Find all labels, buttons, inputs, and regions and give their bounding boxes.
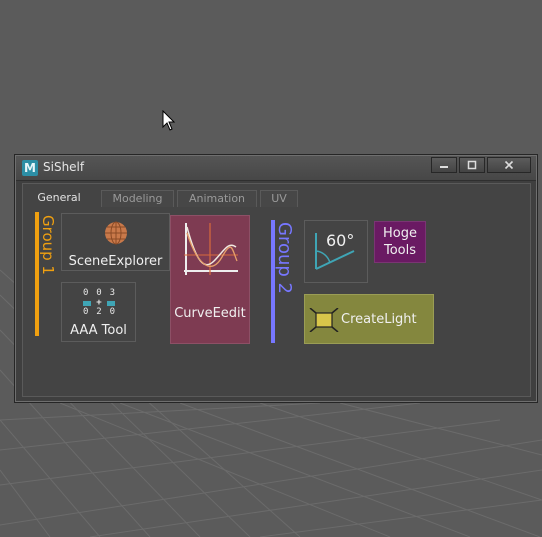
aaa-tool-button[interactable]: 0 0 3 + 0 2 0 AAA Tool — [61, 282, 136, 342]
number-grid-icon: 0 0 3 + 0 2 0 — [83, 289, 115, 317]
tab-general[interactable]: General — [29, 187, 89, 207]
grid-digit: 3 — [109, 288, 115, 298]
group-1-label: Group 1 — [39, 215, 57, 275]
close-button[interactable] — [487, 157, 531, 173]
angle-60-text: 60° — [326, 231, 354, 250]
title-bar[interactable]: M SiShelf — [16, 156, 536, 181]
hoge-tools-label-line2: Tools — [383, 243, 417, 258]
grid-digit: 0 — [83, 288, 89, 298]
create-light-button[interactable]: CreateLight — [304, 294, 434, 344]
curve-graph-icon — [184, 223, 238, 275]
create-light-label: CreateLight — [341, 312, 417, 327]
close-icon — [504, 160, 514, 170]
grid-digit: 0 — [96, 288, 102, 298]
grid-digit: 2 — [96, 307, 102, 317]
hoge-tools-button[interactable]: Hoge Tools — [374, 221, 426, 263]
globe-icon — [105, 221, 127, 245]
mouse-cursor-icon — [162, 110, 176, 131]
scene-explorer-label: SceneExplorer — [68, 254, 163, 269]
angle-60-icon: 60° — [315, 231, 355, 270]
maya-app-icon: M — [22, 160, 38, 176]
tab-modeling[interactable]: Modeling — [101, 190, 174, 207]
tab-uv[interactable]: UV — [260, 190, 298, 207]
sishelf-window: M SiShelf General Modeling Animation UV … — [14, 154, 538, 403]
grid-digit: 0 — [109, 307, 115, 317]
curve-edit-button[interactable]: CurveEedit — [170, 215, 250, 344]
shelf-content: General Modeling Animation UV Group 1 Sc… — [22, 183, 531, 397]
aaa-tool-label: AAA Tool — [70, 323, 127, 338]
scene-explorer-button[interactable]: SceneExplorer — [61, 213, 170, 271]
group-2-label: Group 2 — [274, 222, 295, 294]
maximize-icon — [467, 160, 477, 170]
maximize-button[interactable] — [459, 157, 485, 173]
window-title: SiShelf — [43, 160, 85, 174]
grid-digit: 0 — [83, 307, 89, 317]
angle-60-button[interactable]: 60° — [304, 220, 368, 283]
area-light-icon — [309, 308, 339, 332]
hoge-tools-label-line1: Hoge — [383, 226, 417, 241]
curve-edit-label: CurveEedit — [174, 306, 246, 321]
minimize-icon — [440, 166, 448, 168]
minimize-button[interactable] — [431, 157, 457, 173]
tab-animation[interactable]: Animation — [177, 190, 257, 207]
